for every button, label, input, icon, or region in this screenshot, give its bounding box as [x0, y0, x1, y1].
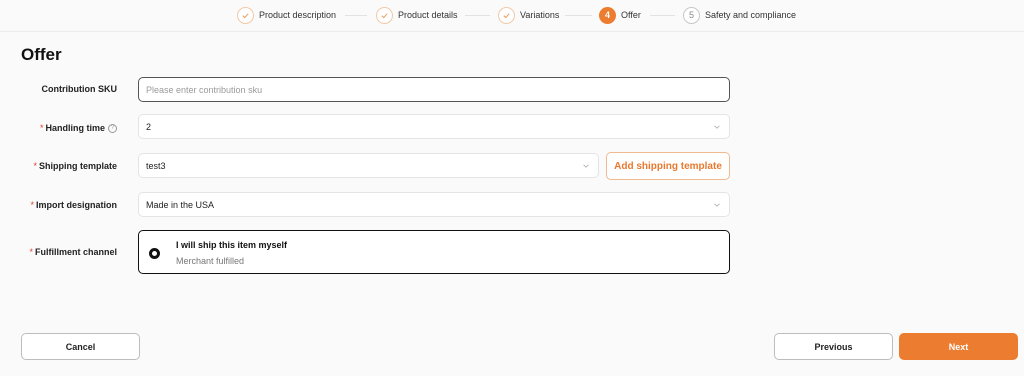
- chevron-down-icon: [583, 164, 589, 168]
- step-offer[interactable]: 4 Offer: [599, 6, 641, 24]
- step-label: Product details: [398, 10, 458, 20]
- step-number: 4: [599, 6, 616, 24]
- page-title: Offer: [21, 45, 62, 64]
- chevron-down-icon: [714, 125, 720, 129]
- handling-time-select[interactable]: 2: [138, 114, 730, 139]
- step-connector: [650, 15, 675, 16]
- shipping-template-select[interactable]: test3: [138, 153, 599, 178]
- step-product-description[interactable]: Product description: [237, 6, 336, 24]
- step-label: Offer: [621, 10, 641, 20]
- import-designation-label: * Import designation: [30, 200, 117, 210]
- step-label: Safety and compliance: [705, 10, 797, 20]
- check-icon: [237, 6, 254, 24]
- step-variations[interactable]: Variations: [498, 6, 559, 24]
- handling-time-label: * Handling time ?: [40, 123, 117, 133]
- step-label: Product description: [259, 10, 337, 20]
- contribution-sku-input[interactable]: Please enter contribution sku: [138, 77, 730, 102]
- option-title: I will ship this item myself: [176, 240, 288, 250]
- check-icon: [376, 6, 393, 24]
- fulfillment-option-merchant[interactable]: I will ship this item myself Merchant fu…: [138, 230, 730, 274]
- progress-stepper: Product description Product details Vari…: [0, 0, 1024, 32]
- step-connector: [345, 15, 367, 16]
- step-product-details[interactable]: Product details: [376, 6, 458, 24]
- label-text: Shipping template: [38, 161, 117, 171]
- step-label: Variations: [520, 10, 560, 20]
- fulfillment-channel-label: * Fulfillment channel: [29, 247, 117, 257]
- select-value: test3: [146, 160, 166, 171]
- import-designation-select[interactable]: Made in the USA: [138, 192, 730, 217]
- add-shipping-template-button[interactable]: Add shipping template: [606, 152, 730, 180]
- previous-button[interactable]: Previous: [774, 333, 893, 360]
- label-text: Handling time: [45, 123, 105, 133]
- step-connector: [465, 15, 490, 16]
- step-connector: [565, 15, 592, 16]
- shipping-template-label: * Shipping template: [33, 161, 117, 171]
- select-value: Made in the USA: [146, 199, 215, 210]
- step-safety-compliance[interactable]: 5 Safety and compliance: [683, 6, 796, 24]
- label-text: Fulfillment channel: [34, 247, 117, 257]
- cancel-button[interactable]: Cancel: [21, 333, 140, 360]
- step-number: 5: [683, 6, 700, 24]
- next-button[interactable]: Next: [899, 333, 1018, 360]
- required-mark: *: [30, 200, 34, 210]
- required-mark: *: [33, 161, 37, 171]
- input-placeholder: Please enter contribution sku: [146, 84, 263, 95]
- check-icon: [498, 6, 515, 24]
- radio-selected-icon[interactable]: [149, 248, 160, 259]
- chevron-down-icon: [714, 203, 720, 207]
- label-text: Import designation: [36, 200, 117, 210]
- label-text: Contribution SKU: [41, 84, 118, 94]
- option-subtitle: Merchant fulfilled: [176, 256, 245, 266]
- question-circle-icon[interactable]: ?: [108, 123, 117, 133]
- select-value: 2: [146, 121, 152, 132]
- required-mark: *: [29, 247, 33, 257]
- contribution-sku-label: Contribution SKU: [42, 84, 118, 94]
- required-mark: *: [39, 123, 44, 133]
